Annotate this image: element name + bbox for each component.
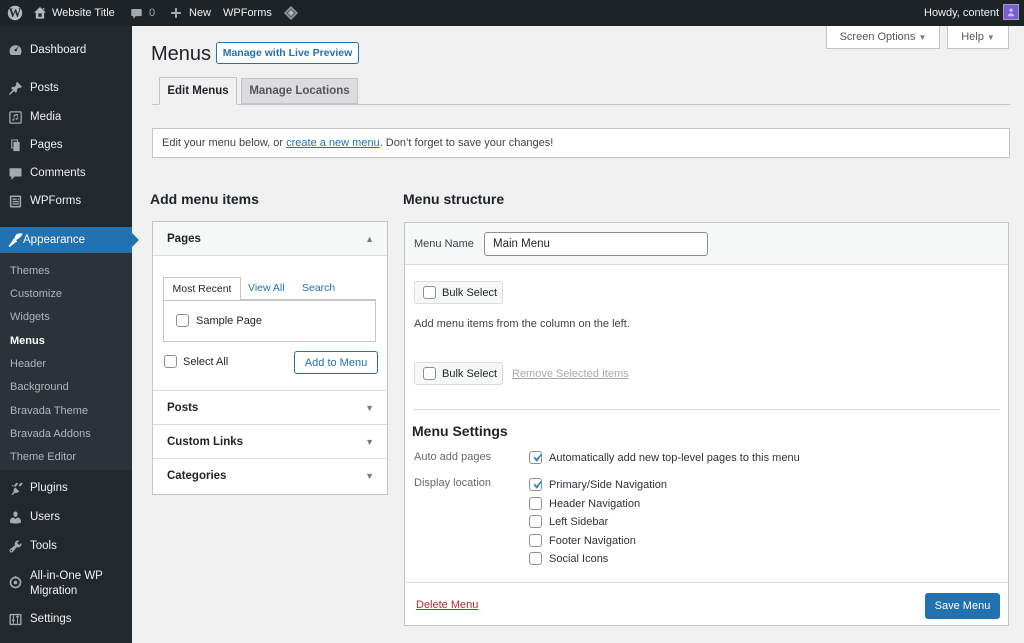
svg-text:W: W: [9, 6, 22, 20]
